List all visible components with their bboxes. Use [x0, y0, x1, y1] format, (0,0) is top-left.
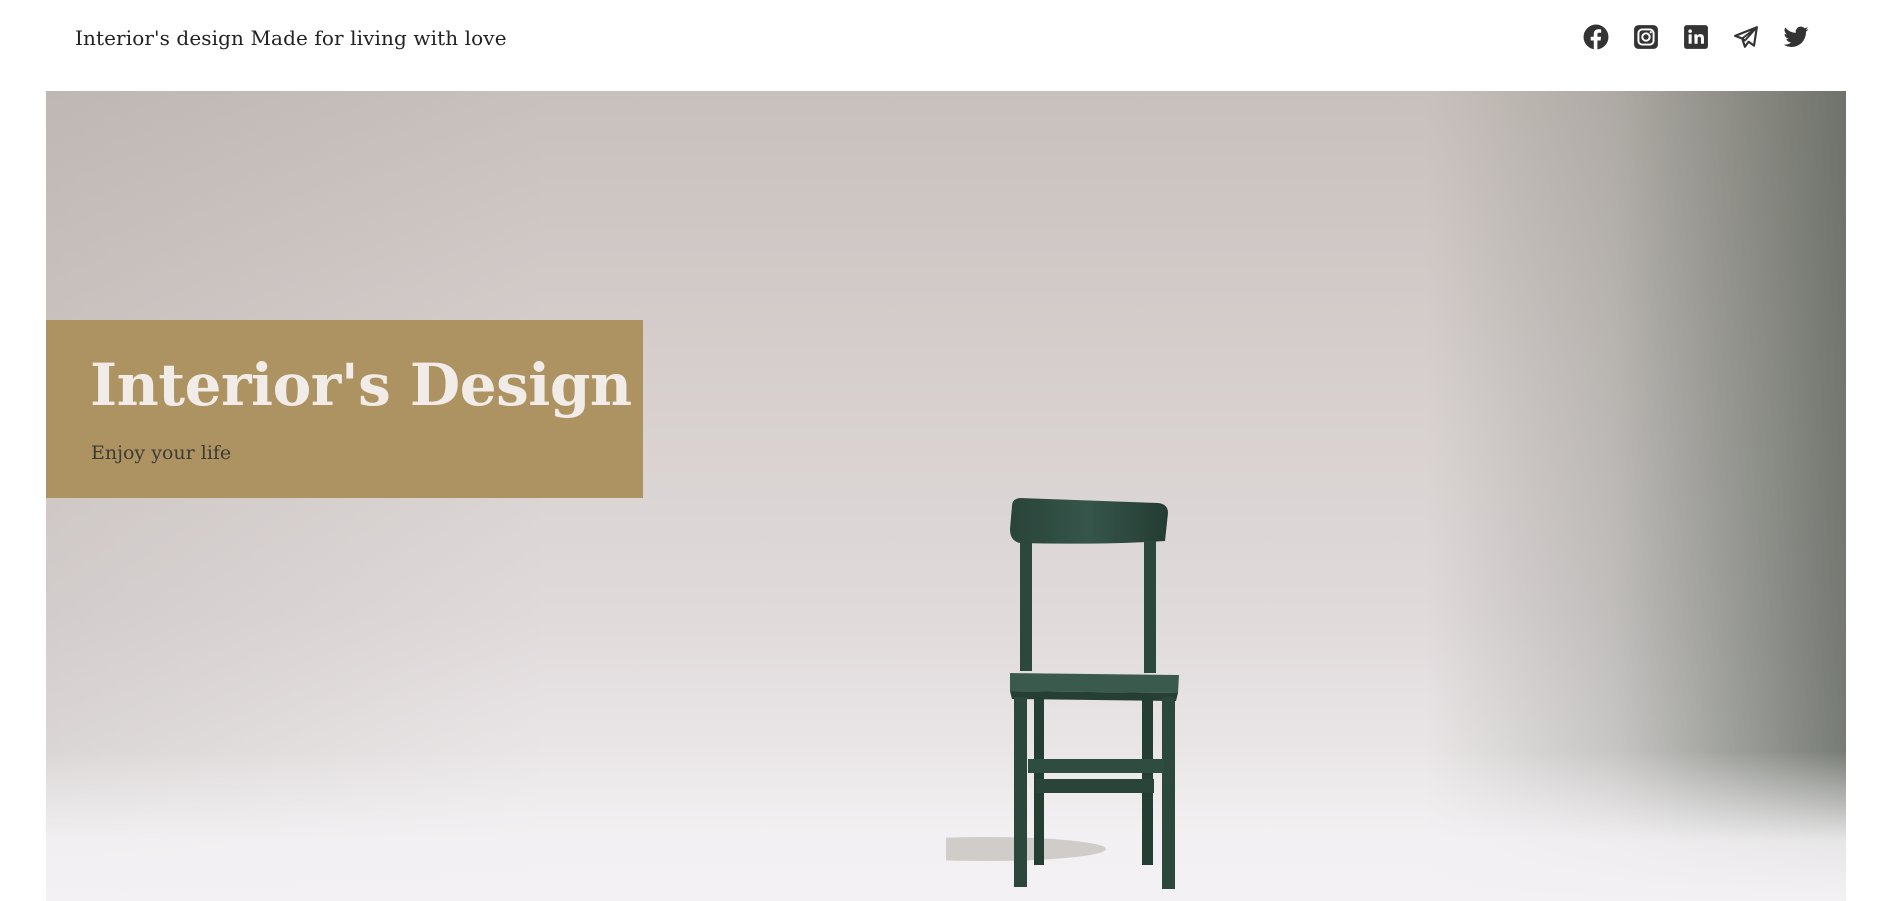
linkedin-icon [1684, 25, 1708, 49]
telegram-link[interactable] [1733, 24, 1759, 50]
instagram-icon [1634, 25, 1658, 49]
hero-title-box: Interior's Design Enjoy your life [46, 320, 643, 498]
site-tagline: Interior's design Made for living with l… [75, 26, 507, 50]
hero-subtitle: Enjoy your life [91, 442, 232, 464]
facebook-link[interactable] [1583, 24, 1609, 50]
instagram-link[interactable] [1633, 24, 1659, 50]
top-bar: Interior's design Made for living with l… [0, 0, 1887, 91]
twitter-link[interactable] [1783, 24, 1809, 50]
telegram-icon [1734, 26, 1758, 48]
chair-illustration [946, 498, 1179, 889]
social-links [1583, 24, 1809, 50]
facebook-icon [1583, 24, 1609, 50]
linkedin-link[interactable] [1683, 24, 1709, 50]
twitter-icon [1783, 26, 1809, 47]
hero-title: Interior's Design [90, 351, 632, 419]
